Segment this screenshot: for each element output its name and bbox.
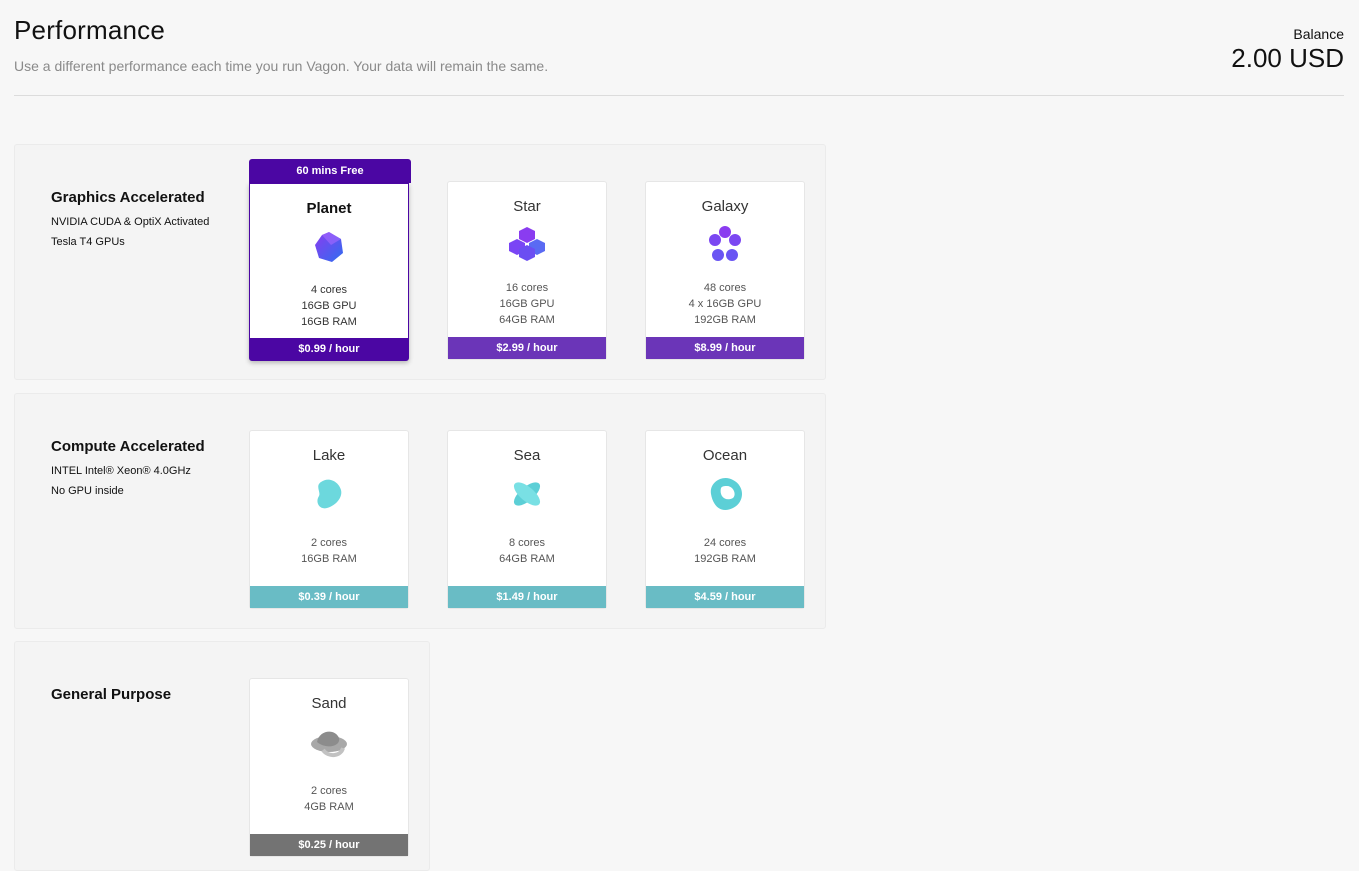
spec-ram: 4GB RAM (304, 801, 354, 813)
balance-panel: Balance 2.00 USD (1231, 26, 1344, 72)
group-info: Graphics Accelerated NVIDIA CUDA & OptiX… (51, 189, 241, 248)
spec-ram: 16GB RAM (301, 316, 357, 328)
spec-ram: 64GB RAM (499, 314, 555, 326)
spec-cores: 24 cores (703, 537, 747, 549)
plan-specs: 24 cores 192GB RAM (646, 535, 804, 567)
group-description: INTEL Intel® Xeon® 4.0GHz (51, 465, 191, 477)
lake-icon (317, 479, 342, 509)
spec-ram: 16GB RAM (301, 553, 357, 565)
group-description: Tesla T4 GPUs (51, 236, 125, 248)
spec-gpu: 16GB GPU (499, 298, 555, 310)
plan-specs: 16 cores 16GB GPU 64GB RAM (448, 280, 606, 328)
sand-icon (311, 731, 347, 757)
spec-cores: 16 cores (505, 282, 549, 294)
plan-name: Galaxy (701, 198, 749, 215)
planet-icon (315, 232, 343, 262)
free-trial-badge: 60 mins Free (249, 159, 411, 183)
plan-card-sea[interactable]: Sea 8 cores 64GB RAM $1.49 / hour (447, 430, 607, 609)
sea-icon (513, 482, 541, 506)
plan-specs: 4 cores 16GB GPU 16GB RAM (250, 282, 408, 330)
galaxy-icon (709, 226, 741, 261)
plan-name: Ocean (702, 447, 748, 464)
plan-name: Planet (306, 200, 352, 217)
spec-gpu: 16GB GPU (301, 300, 357, 312)
plan-price: $2.99 / hour (448, 337, 606, 359)
group-description: No GPU inside (51, 485, 124, 497)
group-info: Compute Accelerated INTEL Intel® Xeon® 4… (51, 438, 241, 497)
balance-label: Balance (1293, 26, 1344, 42)
star-icon (509, 227, 545, 261)
plan-specs: 2 cores 16GB RAM (250, 535, 408, 567)
group-title: General Purpose (51, 686, 172, 703)
plan-name: Star (513, 198, 541, 215)
plan-name: Sea (513, 447, 541, 464)
spec-cores: 2 cores (310, 785, 348, 797)
plan-price: $4.59 / hour (646, 586, 804, 608)
plan-card-galaxy[interactable]: Galaxy 48 cores 4 x 16GB GPU 192GB RAM $… (645, 181, 805, 360)
ocean-icon (710, 477, 742, 511)
plan-name: Sand (311, 695, 347, 712)
spec-cores: 8 cores (508, 537, 546, 549)
plan-price: $0.39 / hour (250, 586, 408, 608)
plan-specs: 2 cores 4GB RAM (250, 783, 408, 815)
spec-ram: 192GB RAM (694, 314, 756, 326)
plan-price: $8.99 / hour (646, 337, 804, 359)
plan-name: Lake (312, 447, 346, 464)
page-header: Performance Use a different performance … (14, 14, 1344, 74)
group-description: NVIDIA CUDA & OptiX Activated (51, 216, 210, 228)
spec-cores: 4 cores (310, 284, 348, 296)
plan-card-ocean[interactable]: Ocean 24 cores 192GB RAM $4.59 / hour (645, 430, 805, 609)
plan-card-planet[interactable]: Planet 4 cores 16GB GPU 16GB RAM $0.99 /… (249, 183, 409, 361)
plan-price: $0.25 / hour (250, 834, 408, 856)
plan-specs: 8 cores 64GB RAM (448, 535, 606, 567)
group-title: Graphics Accelerated (51, 189, 205, 206)
group-title: Compute Accelerated (51, 438, 205, 455)
plan-card-lake[interactable]: Lake 2 cores 16GB RAM $0.39 / hour (249, 430, 409, 609)
plan-price: $0.99 / hour (250, 338, 408, 360)
page-subtitle: Use a different performance each time yo… (14, 58, 549, 74)
plan-price: $1.49 / hour (448, 586, 606, 608)
spec-ram: 64GB RAM (499, 553, 555, 565)
spec-cores: 2 cores (310, 537, 348, 549)
plan-specs: 48 cores 4 x 16GB GPU 192GB RAM (646, 280, 804, 328)
spec-cores: 48 cores (703, 282, 747, 294)
plan-card-sand[interactable]: Sand 2 cores 4GB RAM $0.25 / hour (249, 678, 409, 857)
group-info: General Purpose (51, 686, 241, 703)
plan-card-star[interactable]: Star 16 cores 16GB GPU 64GB RAM $2.99 / … (447, 181, 607, 360)
spec-gpu: 4 x 16GB GPU (688, 298, 762, 310)
header-divider (14, 95, 1344, 96)
spec-ram: 192GB RAM (694, 553, 756, 565)
balance-value: 2.00 USD (1231, 43, 1344, 73)
page-title: Performance (14, 15, 166, 45)
